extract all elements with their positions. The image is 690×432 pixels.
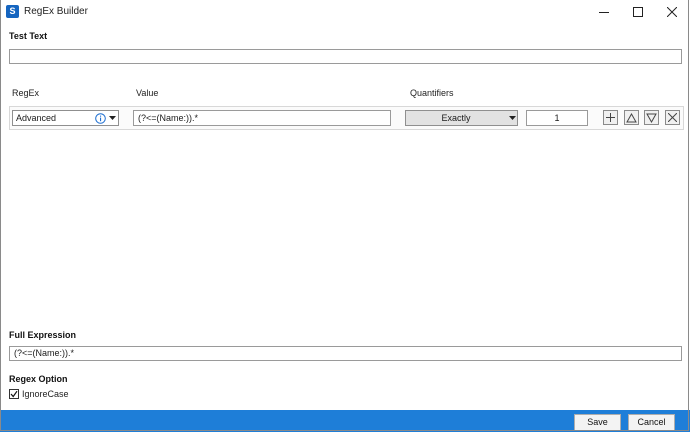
ignore-case-checkbox[interactable]: [9, 389, 19, 399]
minimize-button[interactable]: [587, 0, 621, 24]
full-expression-label: Full Expression: [9, 330, 77, 340]
window-title: RegEx Builder: [24, 6, 88, 17]
quantifiers-column-header: Quantifiers: [410, 88, 454, 98]
close-icon: [668, 113, 677, 122]
test-text-input[interactable]: [9, 49, 682, 64]
checkmark-icon: [10, 390, 18, 398]
full-expression-output[interactable]: (?<=(Name:)).*: [9, 346, 682, 361]
info-icon[interactable]: [95, 113, 106, 124]
value-column-header: Value: [136, 88, 159, 98]
maximize-icon: [633, 7, 643, 17]
triangle-up-icon: [626, 112, 637, 122]
cancel-button[interactable]: Cancel: [628, 414, 675, 431]
regex-type-dropdown[interactable]: Advanced: [12, 110, 119, 126]
move-up-button[interactable]: [624, 110, 639, 125]
regex-value-input[interactable]: (?<=(Name:)).*: [133, 110, 391, 126]
chevron-down-icon: [509, 116, 516, 120]
maximize-button[interactable]: [621, 0, 655, 24]
app-icon: S: [6, 5, 19, 18]
quantifier-dropdown[interactable]: Exactly: [405, 110, 518, 126]
window-frame: [0, 0, 689, 431]
close-icon: [667, 7, 677, 17]
plus-icon: [606, 113, 615, 122]
regex-type-value: Advanced: [16, 113, 57, 123]
remove-row-button[interactable]: [665, 110, 680, 125]
quantifier-value: Exactly: [441, 113, 471, 123]
add-row-button[interactable]: [603, 110, 618, 125]
triangle-down-icon: [646, 113, 657, 123]
regex-option-label: Regex Option: [9, 374, 68, 384]
ignore-case-label: IgnoreCase: [22, 389, 69, 399]
regex-column-header: RegEx: [12, 88, 40, 98]
move-down-button[interactable]: [644, 110, 659, 125]
save-button[interactable]: Save: [574, 414, 621, 431]
chevron-down-icon: [109, 116, 116, 120]
close-window-button[interactable]: [655, 0, 689, 24]
quantifier-count-input[interactable]: 1: [526, 110, 588, 126]
minimize-icon: [599, 12, 609, 13]
test-text-label: Test Text: [9, 31, 48, 41]
